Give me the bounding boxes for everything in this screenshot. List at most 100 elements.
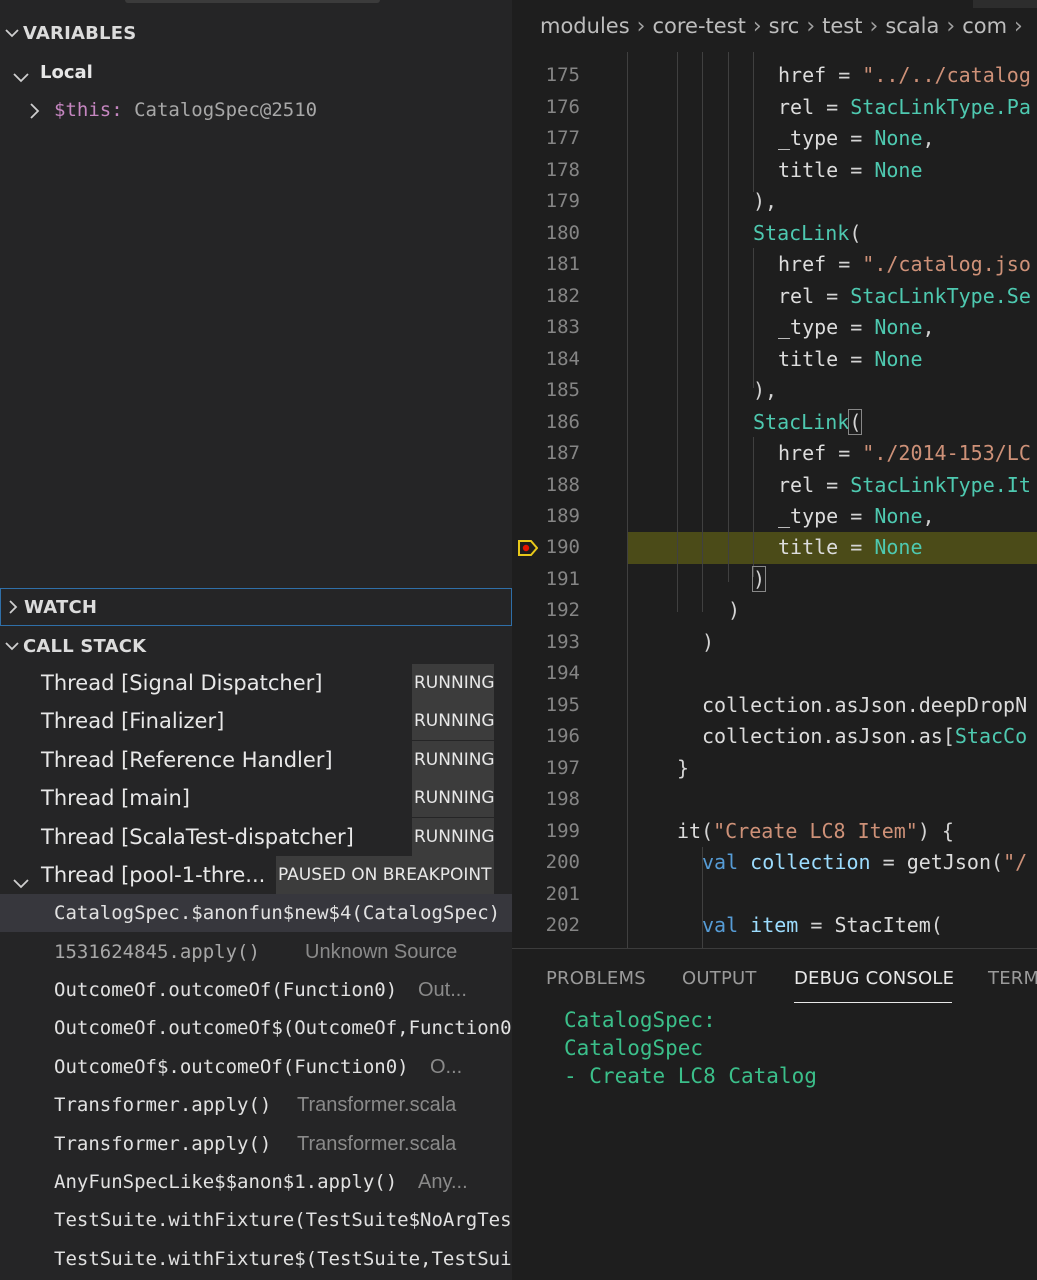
code-text: ): [702, 630, 715, 654]
console-output-line: - Create LC8 Catalog: [564, 1064, 817, 1088]
line-number: 191: [545, 568, 580, 590]
stack-frame[interactable]: TestSuite.withFixture(TestSuite$NoArgTes: [0, 1201, 512, 1239]
tab-terminal[interactable]: TERM: [988, 968, 1037, 989]
code-text: href = "../../catalog: [778, 63, 1031, 87]
line-number: 181: [545, 253, 580, 275]
stack-frame[interactable]: TestSuite.withFixture$(TestSuite,TestSui: [0, 1240, 512, 1278]
code-text: _type = None,: [778, 315, 935, 339]
chevron-down-icon: [13, 870, 29, 894]
code-text: ): [751, 566, 767, 592]
variables-section-header[interactable]: VARIABLES: [0, 15, 512, 51]
stack-frame[interactable]: 1531624845.apply() Unknown Source: [0, 933, 512, 971]
breadcrumb-item[interactable]: test: [822, 14, 862, 38]
code-line[interactable]: 191): [512, 564, 1037, 596]
code-line[interactable]: 176 rel = StacLinkType.Pa: [512, 92, 1037, 124]
thread-row[interactable]: Thread [main] RUNNING: [0, 779, 512, 817]
code-line[interactable]: 181 href = "./catalog.jso: [512, 249, 1037, 281]
thread-row[interactable]: Thread [ScalaTest-dispatcher] RUNNING: [0, 818, 512, 856]
code-line[interactable]: 202 val item = StacItem(: [512, 910, 1037, 942]
code-line[interactable]: 192): [512, 595, 1037, 627]
code-line[interactable]: 196 collection.asJson.as[StacCo: [512, 721, 1037, 753]
code-text: rel = StacLinkType.It: [778, 473, 1031, 497]
thread-status-badge: RUNNING: [412, 664, 495, 702]
stack-frame[interactable]: OutcomeOf.outcomeOf(Function0) Out...: [0, 971, 512, 1009]
code-text: StacLink(: [753, 221, 862, 245]
stack-frame[interactable]: AnyFunSpecLike$$anon$1.apply() Any...: [0, 1163, 512, 1201]
code-line[interactable]: 187 href = "./2014-153/LC: [512, 438, 1037, 470]
console-output-line: CatalogSpec:: [564, 1008, 716, 1032]
code-text: StacLink(: [753, 409, 863, 435]
frame-name: Transformer.apply(): [54, 1133, 272, 1155]
code-editor[interactable]: modules › core-test › src › test › scala…: [512, 0, 1037, 948]
code-line[interactable]: 177 _type = None,: [512, 123, 1037, 155]
code-line[interactable]: 194: [512, 658, 1037, 690]
code-line[interactable]: 188 rel = StacLinkType.It: [512, 470, 1037, 502]
chevron-right-icon: ›: [946, 13, 956, 39]
thread-row[interactable]: Thread [Finalizer] RUNNING: [0, 702, 512, 740]
code-line[interactable]: 193): [512, 627, 1037, 659]
local-scope-row[interactable]: Local: [0, 53, 512, 91]
watch-section-header[interactable]: WATCH: [0, 588, 512, 626]
code-line[interactable]: 198: [512, 784, 1037, 816]
code-line[interactable]: 195 collection.asJson.deepDropN: [512, 690, 1037, 722]
breadcrumb-item[interactable]: com: [962, 14, 1007, 38]
tab-output[interactable]: OUTPUT: [682, 968, 757, 989]
code-line[interactable]: 178 title = None: [512, 155, 1037, 187]
breadcrumb-item[interactable]: src: [769, 14, 800, 38]
frame-name: OutcomeOf.outcomeOf$(OutcomeOf,Function0: [54, 1017, 512, 1039]
call-stack-section-header[interactable]: CALL STACK: [0, 628, 512, 664]
code-text: _type = None,: [778, 504, 935, 528]
breadcrumb-item[interactable]: scala: [885, 14, 939, 38]
code-text: it("Create LC8 Item") {: [677, 819, 954, 843]
frame-name: TestSuite.withFixture$(TestSuite,TestSui: [54, 1248, 512, 1270]
code-line[interactable]: 197}: [512, 753, 1037, 785]
breadcrumb-item[interactable]: modules: [540, 14, 630, 38]
stack-frame[interactable]: Transformer.apply() Transformer.scala: [0, 1125, 512, 1163]
tab-debug-console[interactable]: DEBUG CONSOLE: [794, 968, 954, 989]
line-number: 197: [545, 757, 580, 779]
code-line[interactable]: 186 StacLink(: [512, 407, 1037, 439]
code-line[interactable]: 184 title = None: [512, 344, 1037, 376]
breadcrumb: modules › core-test › src › test › scala…: [512, 0, 1037, 52]
variable-row-this[interactable]: $this: CatalogSpec@2510: [0, 91, 512, 129]
stack-frame[interactable]: OutcomeOf.outcomeOf$(OutcomeOf,Function0: [0, 1009, 512, 1047]
code-line[interactable]: 199 it("Create LC8 Item") {: [512, 816, 1037, 848]
code-line-breakpoint[interactable]: 190 title = None: [512, 532, 1037, 564]
code-line[interactable]: 182 rel = StacLinkType.Se: [512, 281, 1037, 313]
call-stack-header-label: CALL STACK: [23, 635, 147, 657]
sidebar-scrollbar[interactable]: [125, 0, 380, 3]
variables-header-label: VARIABLES: [23, 22, 137, 44]
code-line[interactable]: 179),: [512, 186, 1037, 218]
code-text: href = "./catalog.jso: [778, 252, 1031, 276]
stack-frame[interactable]: OutcomeOf$.outcomeOf(Function0) O...: [0, 1048, 512, 1086]
breadcrumb-item[interactable]: core-test: [652, 14, 745, 38]
tab-problems[interactable]: PROBLEMS: [546, 968, 646, 989]
console-output-line: CatalogSpec: [564, 1036, 704, 1060]
chevron-down-icon: [1, 641, 23, 651]
frame-source: Any...: [418, 1170, 468, 1193]
thread-row[interactable]: Thread [Signal Dispatcher] RUNNING: [0, 664, 512, 702]
frame-name: TestSuite.withFixture(TestSuite$NoArgTes: [54, 1209, 512, 1231]
stack-frame[interactable]: Transformer.apply() Transformer.scala: [0, 1086, 512, 1124]
chevron-down-icon: [13, 67, 29, 88]
code-text: collection.asJson.deepDropN: [702, 693, 1028, 717]
line-number: 202: [545, 914, 580, 936]
code-text: rel = StacLinkType.Pa: [778, 95, 1031, 119]
code-line[interactable]: 185),: [512, 375, 1037, 407]
thread-row[interactable]: Thread [Reference Handler] RUNNING: [0, 741, 512, 779]
chevron-down-icon: [1, 28, 23, 38]
code-line[interactable]: 189 _type = None,: [512, 501, 1037, 533]
thread-row-paused[interactable]: Thread [pool-1-thre... PAUSED ON BREAKPO…: [0, 856, 512, 894]
line-number: 186: [545, 411, 580, 433]
code-line[interactable]: 200 val collection = getJson("/: [512, 847, 1037, 879]
line-number: 198: [545, 788, 580, 810]
code-text: val collection = getJson("/: [702, 850, 1028, 874]
code-text: ),: [753, 378, 778, 402]
code-line[interactable]: 180 StacLink(: [512, 218, 1037, 250]
code-line[interactable]: 201: [512, 879, 1037, 911]
thread-status-badge: RUNNING: [412, 818, 495, 856]
code-line[interactable]: 183 _type = None,: [512, 312, 1037, 344]
code-line[interactable]: 175 href = "../../catalog: [512, 60, 1037, 92]
stack-frame-selected[interactable]: CatalogSpec.$anonfun$new$4(CatalogSpec): [0, 894, 512, 932]
code-text: href = "./2014-153/LC: [778, 441, 1031, 465]
